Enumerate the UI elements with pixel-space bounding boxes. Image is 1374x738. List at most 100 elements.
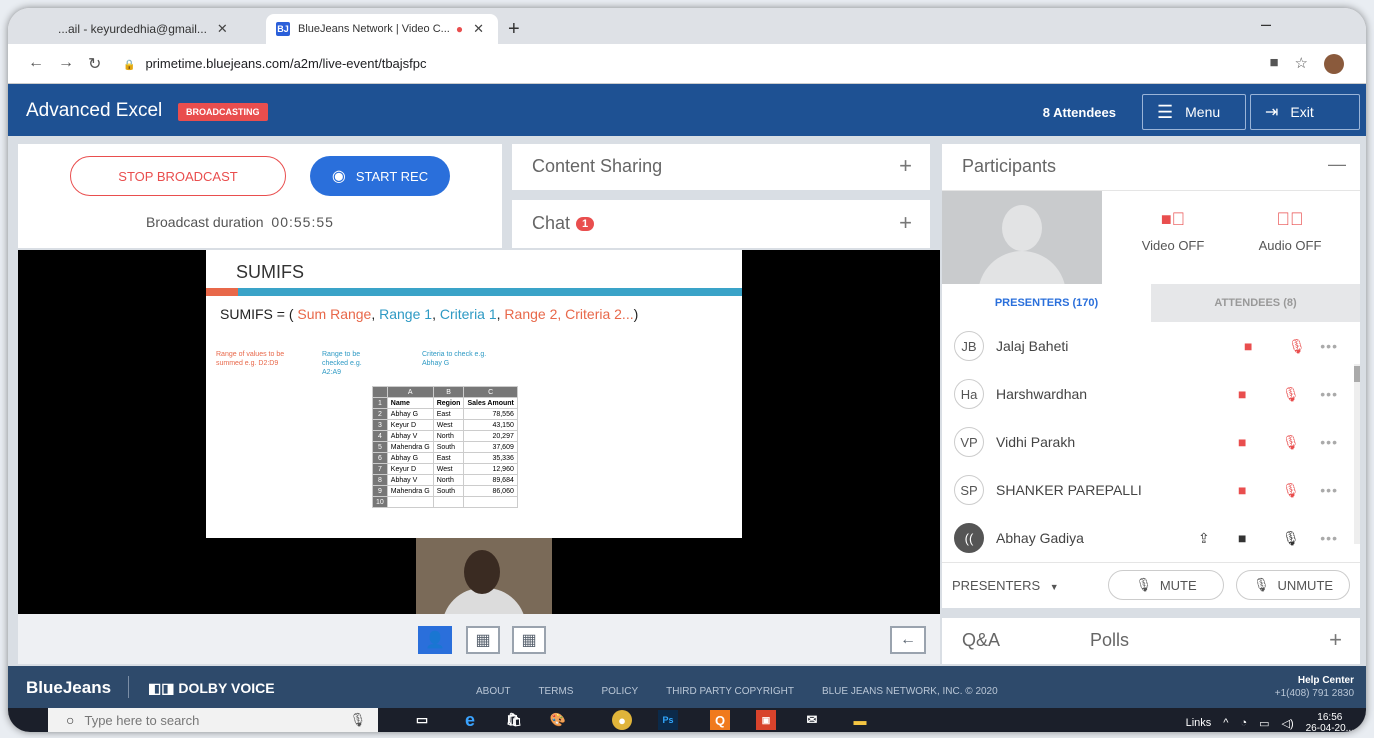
network-icon[interactable]: ◔	[1240, 717, 1247, 729]
taskbar-search[interactable]: ○ Type here to search 🎙	[48, 708, 378, 732]
camera-icon[interactable]: ■	[1269, 54, 1278, 74]
stop-broadcast-button[interactable]: STOP BROADCAST	[70, 156, 286, 196]
formula-part: )	[633, 306, 639, 322]
participant-name: Abhay Gadiya	[996, 530, 1084, 546]
store-icon[interactable]: 🛍	[504, 710, 524, 730]
content-sharing-panel[interactable]: Content Sharing +	[512, 144, 930, 190]
menu-button[interactable]: ☰ Menu	[1142, 94, 1246, 130]
participant-scrollbar[interactable]	[1354, 364, 1360, 544]
slide-formula: SUMIFS = ( Sum Range, Range 1, Criteria …	[220, 306, 638, 322]
paint-icon[interactable]: 🎨	[548, 710, 568, 730]
mute-all-button[interactable]: 🎙 MUTE	[1108, 570, 1224, 600]
more-icon[interactable]: •••	[1320, 386, 1338, 402]
mic-off-icon[interactable]: 🎙	[1282, 482, 1300, 499]
start-rec-button[interactable]: ◉ START REC	[310, 156, 450, 196]
gallery-layout-button[interactable]: ▦	[466, 626, 500, 654]
terms-link[interactable]: TERMS	[538, 686, 573, 697]
video-icon[interactable]: ■	[1238, 530, 1246, 546]
video-off-toggle[interactable]: ■⃠ Video OFF	[1136, 209, 1210, 253]
bookmark-star-icon[interactable]: ☆	[1295, 54, 1308, 74]
os-taskbar: ○ Type here to search 🎙 ▭ e 🛍 🎨 ● Ps Q ▣…	[8, 708, 1366, 732]
video-off-icon[interactable]: ■	[1238, 434, 1246, 450]
table-cell: South	[432, 485, 465, 497]
mic-off-icon[interactable]: 🎙	[1282, 386, 1300, 403]
table-cell: West	[432, 419, 465, 431]
participant-name: Jalaj Baheti	[996, 338, 1069, 354]
grid-icon: ▦	[475, 632, 491, 649]
chat-panel[interactable]: Chat 1 +	[512, 200, 930, 248]
url-field[interactable]: 🔒 primetime.bluejeans.com/a2m/live-event/…	[123, 56, 427, 71]
q-app-icon[interactable]: Q	[710, 710, 730, 730]
mic-icon[interactable]: 🎙	[1282, 530, 1300, 547]
back-icon[interactable]: ←	[28, 54, 44, 72]
help-center[interactable]: Help Center +1(408) 791 2830	[1275, 674, 1354, 700]
help-phone: +1(408) 791 2830	[1274, 688, 1354, 699]
share-screen-icon[interactable]: ⇪	[1198, 530, 1210, 547]
video-off-icon[interactable]: ■	[1238, 482, 1246, 498]
new-tab-button[interactable]: +	[508, 18, 520, 41]
presenter-filter-dropdown[interactable]: PRESENTERS ▼	[952, 578, 1059, 593]
tab-title: BlueJeans Network | Video C...	[298, 23, 450, 35]
participant-row[interactable]: (( Abhay Gadiya ⇪ ■ 🎙 •••	[942, 514, 1350, 562]
third-party-link[interactable]: THIRD PARTY COPYRIGHT	[666, 686, 794, 697]
file-explorer-icon[interactable]: ▬	[850, 710, 870, 730]
about-link[interactable]: ABOUT	[476, 686, 510, 697]
clock[interactable]: 16:56 26-04-20...	[1306, 712, 1354, 732]
close-icon[interactable]: ✕	[217, 21, 228, 37]
grid-layout-button[interactable]: ▦	[512, 626, 546, 654]
battery-icon[interactable]: ▭	[1259, 717, 1269, 730]
links-toolbar[interactable]: Links	[1186, 717, 1212, 729]
minimize-button[interactable]: –	[1261, 14, 1271, 35]
collapse-panel-button[interactable]: ←	[890, 626, 926, 654]
more-icon[interactable]: •••	[1320, 434, 1338, 450]
bluejeans-logo: BlueJeans	[26, 678, 112, 697]
task-view-icon[interactable]: ▭	[412, 710, 432, 730]
audio-off-label: Audio OFF	[1258, 238, 1322, 253]
more-icon[interactable]: •••	[1320, 530, 1338, 546]
exit-button[interactable]: ⇥ Exit	[1250, 94, 1360, 130]
scrollbar-thumb[interactable]	[1354, 366, 1360, 382]
lock-icon: 🔒	[123, 60, 136, 71]
participant-row[interactable]: SP SHANKER PAREPALLI ■ 🎙 •••	[942, 466, 1350, 514]
participant-row[interactable]: JB Jalaj Baheti ■ 🎙 •••	[942, 322, 1350, 370]
forward-icon[interactable]: →	[58, 54, 74, 72]
participant-row[interactable]: Ha Harshwardhan ■ 🎙 •••	[942, 370, 1350, 418]
polls-tab[interactable]: Polls	[1090, 630, 1129, 651]
record-icon: ◉	[331, 168, 346, 185]
speaker-layout-button[interactable]: 👤	[418, 626, 452, 654]
tab-attendees[interactable]: ATTENDEES (8)	[1151, 284, 1360, 322]
mic-off-icon[interactable]: 🎙	[1288, 338, 1306, 355]
video-off-icon[interactable]: ■	[1238, 386, 1246, 402]
plus-icon[interactable]: +	[899, 210, 912, 236]
participant-row[interactable]: VP Vidhi Parakh ■ 🎙 •••	[942, 418, 1350, 466]
table-row: 10	[372, 496, 518, 508]
chrome-icon[interactable]: ●	[612, 710, 632, 730]
arrow-left-icon: ←	[900, 631, 916, 648]
reload-icon[interactable]: ↻	[88, 54, 101, 74]
browser-tab-gmail[interactable]: ...ail - keyurdedhia@gmail... ✕	[48, 14, 260, 44]
minimize-icon[interactable]: —	[1328, 154, 1346, 175]
unmute-all-button[interactable]: 🎙 UNMUTE	[1236, 570, 1350, 600]
mic-off-icon[interactable]: 🎙	[1282, 434, 1300, 451]
mail-icon[interactable]: ✉	[802, 710, 822, 730]
qa-tab[interactable]: Q&A	[962, 630, 1000, 651]
more-icon[interactable]: •••	[1320, 338, 1338, 354]
formula-part: Sum Range	[297, 306, 372, 322]
tab-presenters[interactable]: PRESENTERS (170)	[942, 284, 1151, 322]
volume-icon[interactable]: ◁)	[1282, 717, 1294, 730]
qa-polls-panel: Q&A Polls +	[942, 618, 1360, 664]
plus-icon[interactable]: +	[1329, 627, 1342, 653]
policy-link[interactable]: POLICY	[601, 686, 638, 697]
plus-icon[interactable]: +	[899, 153, 912, 179]
avatar[interactable]	[1324, 54, 1344, 74]
video-off-icon[interactable]: ■	[1244, 338, 1252, 354]
image-app-icon[interactable]: ▣	[756, 710, 776, 730]
close-icon[interactable]: ✕	[473, 21, 484, 37]
audio-off-toggle[interactable]: 🎙⃠ Audio OFF	[1250, 209, 1330, 253]
chevron-up-icon[interactable]: ^	[1223, 717, 1228, 729]
more-icon[interactable]: •••	[1320, 482, 1338, 498]
browser-tab-bluejeans[interactable]: BJ BlueJeans Network | Video C... ● ✕	[266, 14, 498, 44]
edge-icon[interactable]: e	[460, 710, 480, 730]
chat-label: Chat	[532, 213, 571, 233]
photoshop-icon[interactable]: Ps	[658, 710, 678, 730]
